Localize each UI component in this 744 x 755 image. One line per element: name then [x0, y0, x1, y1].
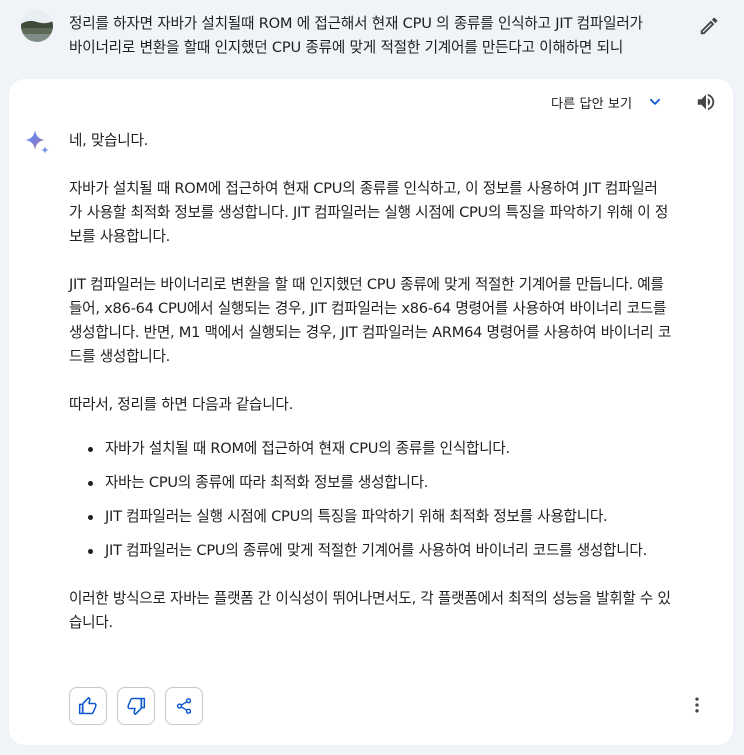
share-button[interactable]	[165, 687, 203, 725]
user-message: 정리를 하자면 자바가 설치될때 ROM 에 접근해서 현재 CPU 의 종류를…	[69, 12, 679, 60]
response-line: 습니다.	[69, 614, 113, 631]
sparkle-icon	[23, 128, 53, 158]
user-prompt-row: 정리를 하자면 자바가 설치될때 ROM 에 접근해서 현재 CPU 의 종류를…	[0, 0, 744, 74]
response-paragraph: 이러한 방식으로 자바는 플랫폼 간 이식성이 뛰어나면서도, 각 플랫폼에서 …	[69, 587, 709, 635]
edit-prompt-button[interactable]	[695, 12, 723, 40]
pencil-icon	[700, 17, 718, 35]
avatar-image	[21, 10, 53, 42]
thumbs-up-icon	[78, 696, 97, 715]
volume-icon	[697, 93, 715, 111]
response-paragraph: JIT 컴파일러는 바이너리로 변환을 할 때 인지했던 CPU 종류에 맞게 …	[69, 273, 709, 369]
thumbs-up-button[interactable]	[69, 687, 107, 725]
response-body: 네, 맞습니다. 자바가 설치될 때 ROM에 접근하여 현재 CPU의 종류를…	[69, 129, 709, 635]
show-drafts-button[interactable]: 다른 답안 보기	[551, 91, 664, 113]
bullet-list: 자바가 설치될 때 ROM에 접근하여 현재 CPU의 종류를 인식합니다. 자…	[69, 437, 709, 563]
thumbs-down-icon	[127, 697, 146, 716]
response-line: 네, 맞습니다.	[69, 132, 149, 149]
response-paragraph: 네, 맞습니다.	[69, 129, 709, 153]
listen-button[interactable]	[694, 90, 718, 114]
bullet-item: 자바는 CPU의 종류에 따라 최적화 정보를 생성합니다.	[69, 471, 709, 495]
response-line: 자바가 설치될 때 ROM에 접근하여 현재 CPU의 종류를 인식하고, 이 …	[69, 180, 658, 197]
response-line: 들어, x86-64 CPU에서 실행되는 경우, JIT 컴파일러는 x86-…	[69, 300, 667, 317]
response-line: JIT 컴파일러는 바이너리로 변환을 할 때 인지했던 CPU 종류에 맞게 …	[69, 276, 664, 293]
bullet-item: JIT 컴파일러는 실행 시점에 CPU의 특징을 파악하기 위해 최적화 정보…	[69, 505, 709, 529]
response-line: 따라서, 정리를 하면 다음과 같습니다.	[69, 396, 293, 413]
response-line: 생성합니다. 반면, M1 맥에서 실행되는 경우, JIT 컴파일러는 ARM…	[69, 324, 672, 341]
bullet-item: 자바가 설치될 때 ROM에 접근하여 현재 CPU의 종류를 인식합니다.	[69, 437, 709, 461]
response-line: 보를 사용합니다.	[69, 228, 171, 245]
response-paragraph: 자바가 설치될 때 ROM에 접근하여 현재 CPU의 종류를 인식하고, 이 …	[69, 177, 709, 249]
more-options-button[interactable]	[685, 693, 709, 717]
user-message-line: 바이너리로 변환을 할때 인지했던 CPU 종류에 맞게 적절한 기계어를 만든…	[69, 39, 624, 56]
user-avatar[interactable]	[21, 10, 53, 42]
more-vert-icon	[695, 697, 699, 713]
user-message-line: 정리를 하자면 자바가 설치될때 ROM 에 접근해서 현재 CPU 의 종류를…	[69, 15, 643, 32]
response-line: 이러한 방식으로 자바는 플랫폼 간 이식성이 뛰어나면서도, 각 플랫폼에서 …	[69, 590, 671, 607]
show-drafts-label: 다른 답안 보기	[551, 96, 633, 112]
response-line: 가 사용할 최적화 정보를 생성합니다. JIT 컴파일러는 실행 시점에 CP…	[69, 204, 669, 221]
response-paragraph: 따라서, 정리를 하면 다음과 같습니다.	[69, 393, 709, 417]
response-line: 드를 생성합니다.	[69, 348, 171, 365]
bullet-item: JIT 컴파일러는 CPU의 종류에 맞게 적절한 기계어를 사용하여 바이너리…	[69, 539, 709, 563]
response-card: 다른 답안 보기 네, 맞습니다. 자바가 설치될 때 ROM에 접근하여 현재…	[9, 79, 733, 745]
chevron-down-icon	[646, 93, 664, 111]
thumbs-down-button[interactable]	[117, 687, 155, 725]
share-icon	[176, 698, 192, 714]
